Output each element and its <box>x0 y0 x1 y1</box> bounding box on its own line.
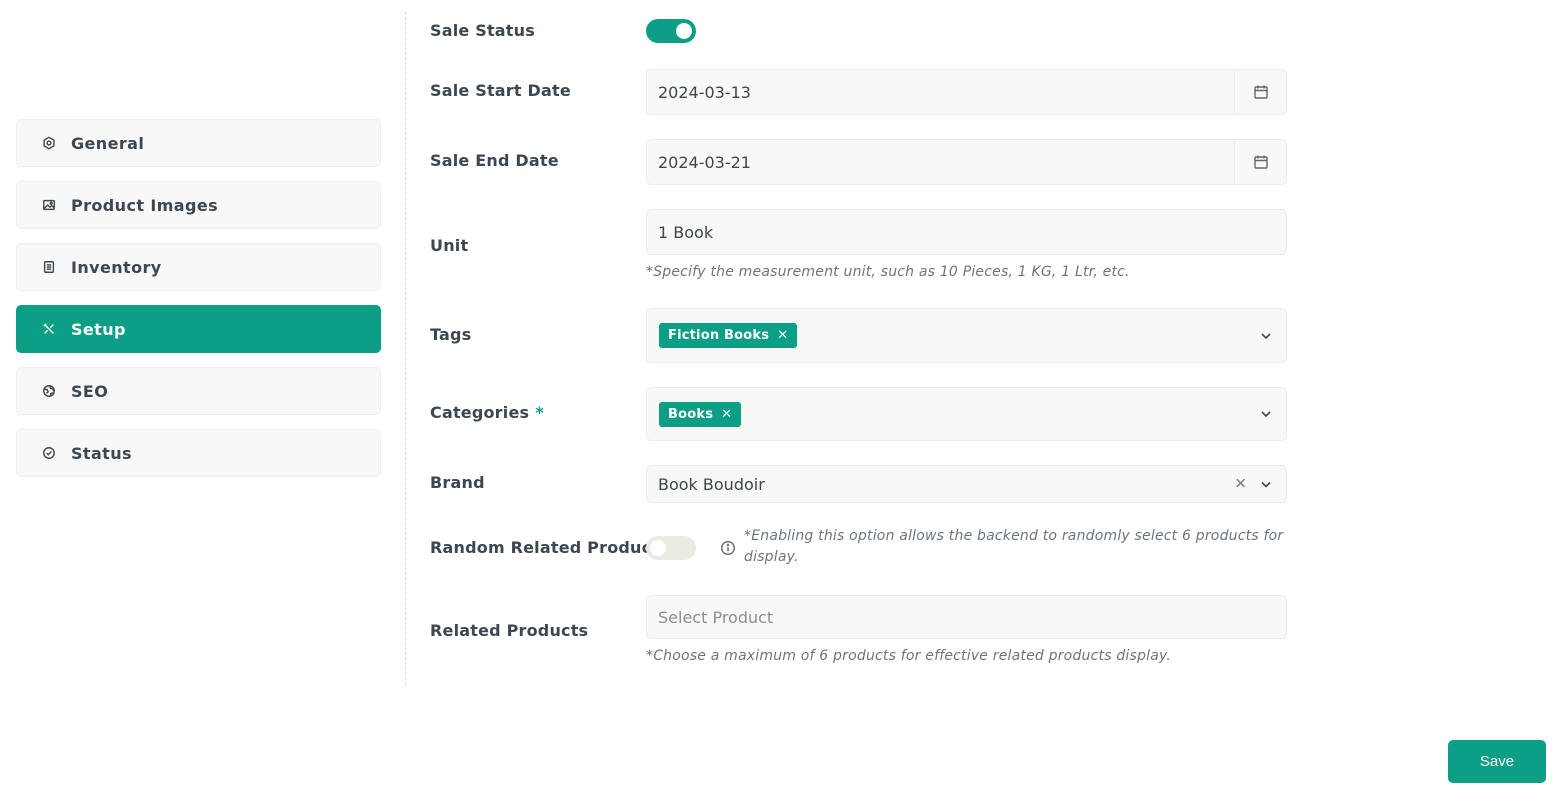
info-icon <box>720 540 736 556</box>
sidebar-item-inventory[interactable]: Inventory <box>16 243 381 291</box>
vertical-divider <box>405 12 406 685</box>
sale-end-date-label: Sale End Date <box>430 151 559 170</box>
image-icon <box>41 197 57 213</box>
brand-label: Brand <box>430 473 485 492</box>
categories-label-text: Categories <box>430 403 530 422</box>
toggle-knob <box>676 23 692 39</box>
random-related-product-toggle[interactable] <box>646 536 696 560</box>
globe-icon <box>41 383 57 399</box>
unit-label: Unit <box>430 236 469 255</box>
clear-icon[interactable]: ✕ <box>1234 476 1247 492</box>
related-products-select[interactable]: Select Product <box>646 595 1287 639</box>
toggle-knob <box>650 540 666 556</box>
category-chip-label: Books <box>668 406 714 422</box>
sale-end-date-field[interactable]: 2024-03-21 <box>646 139 1287 185</box>
calendar-icon[interactable] <box>1234 140 1286 184</box>
categories-label: Categories * <box>430 403 544 422</box>
sale-start-date-field[interactable]: 2024-03-13 <box>646 69 1287 115</box>
sidebar-item-setup[interactable]: Setup <box>16 305 381 353</box>
related-products-label: Related Products <box>430 621 589 640</box>
sidebar-item-product-images[interactable]: Product Images <box>16 181 381 229</box>
tag-chip-label: Fiction Books <box>668 328 770 343</box>
random-related-product-label: Random Related Product <box>430 538 660 557</box>
sidebar-item-label: General <box>71 133 145 153</box>
related-products-placeholder: Select Product <box>658 607 774 627</box>
save-button[interactable]: Save <box>1448 740 1546 783</box>
brand-value: Book Boudoir <box>658 474 765 494</box>
settings-sidebar: General Product Images Inventory Setup S… <box>16 119 381 491</box>
list-icon <box>41 259 57 275</box>
chevron-down-icon[interactable] <box>1259 477 1273 491</box>
chevron-down-icon <box>1261 411 1271 418</box>
unit-hint: *Specify the measurement unit, such as 1… <box>646 264 1130 280</box>
check-circle-icon <box>41 445 57 461</box>
required-marker: * <box>535 403 544 422</box>
sidebar-item-label: Status <box>71 443 132 463</box>
brand-controls: ✕ <box>1234 476 1273 492</box>
category-chip: Books ✕ <box>659 401 742 427</box>
tools-icon <box>41 321 57 337</box>
chevron-down-icon <box>1261 332 1271 339</box>
categories-dropdown-toggle[interactable] <box>1259 407 1273 421</box>
tag-chip: Fiction Books ✕ <box>659 323 798 348</box>
sidebar-item-label: Product Images <box>71 195 219 215</box>
tags-dropdown-toggle[interactable] <box>1259 329 1273 343</box>
sidebar-item-status[interactable]: Status <box>16 429 381 477</box>
related-products-hint: *Choose a maximum of 6 products for effe… <box>646 648 1172 664</box>
remove-tag-icon[interactable]: ✕ <box>777 328 788 343</box>
sale-status-toggle[interactable] <box>646 19 696 43</box>
calendar-icon[interactable] <box>1234 70 1286 114</box>
hexagon-icon <box>41 135 57 151</box>
sale-start-date-value: 2024-03-13 <box>658 82 751 102</box>
unit-value: 1 Book <box>658 222 714 242</box>
sidebar-item-label: Inventory <box>71 257 162 277</box>
sidebar-item-seo[interactable]: SEO <box>16 367 381 415</box>
tags-label: Tags <box>430 325 472 344</box>
tags-select[interactable]: Fiction Books ✕ <box>646 308 1287 363</box>
sale-end-date-value: 2024-03-21 <box>658 152 751 172</box>
sale-status-label: Sale Status <box>430 21 535 40</box>
sidebar-item-label: Setup <box>71 319 126 339</box>
unit-input[interactable]: 1 Book <box>646 209 1287 255</box>
categories-select[interactable]: Books ✕ <box>646 387 1287 441</box>
brand-select[interactable]: Book Boudoir ✕ <box>646 465 1287 503</box>
random-related-product-info: *Enabling this option allows the backend… <box>744 528 1284 565</box>
sidebar-item-general[interactable]: General <box>16 119 381 167</box>
sale-start-date-label: Sale Start Date <box>430 81 571 100</box>
remove-category-icon[interactable]: ✕ <box>721 407 732 422</box>
sidebar-item-label: SEO <box>71 381 109 401</box>
